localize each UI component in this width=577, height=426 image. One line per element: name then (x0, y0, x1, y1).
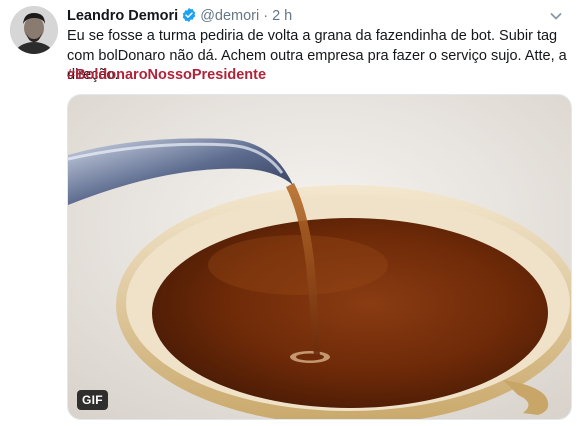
tweet-header: Leandro Demori @demori · 2 h (67, 6, 292, 26)
hashtag-link[interactable]: #BoldonaroNossoPresidente (67, 66, 266, 86)
tweet-timestamp[interactable]: 2 h (272, 8, 292, 24)
gif-badge: GIF (77, 390, 108, 410)
avatar[interactable] (10, 6, 58, 54)
author-handle[interactable]: @demori (200, 8, 259, 24)
tea-pouring-image (68, 95, 571, 419)
chevron-down-icon[interactable] (548, 8, 564, 24)
author-name[interactable]: Leandro Demori (67, 8, 178, 24)
separator-dot: · (263, 8, 269, 24)
tweet-media-gif[interactable]: GIF (67, 94, 572, 420)
verified-badge-icon (181, 7, 197, 29)
tweet[interactable]: Leandro Demori @demori · 2 h Eu se fosse a … (0, 0, 577, 426)
